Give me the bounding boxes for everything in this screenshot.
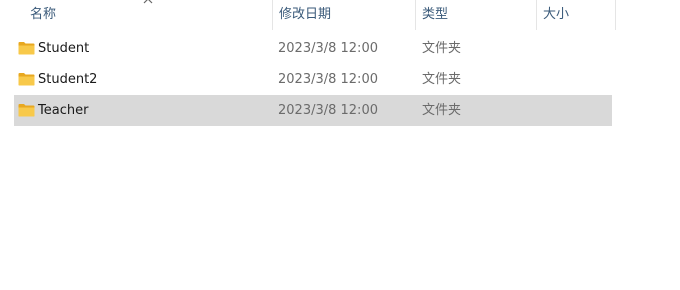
file-list-view: 名称 修改日期 类型 大小 Student 2023/3/8 12:00 文件夹… (0, 0, 680, 290)
file-type: 文件夹 (422, 72, 462, 87)
file-date-modified: 2023/3/8 12:00 (278, 103, 378, 118)
file-date-modified: 2023/3/8 12:00 (278, 72, 378, 87)
file-type: 文件夹 (422, 103, 462, 118)
column-header-size[interactable]: 大小 (536, 0, 616, 30)
folder-icon (18, 73, 35, 86)
file-name: Teacher (38, 103, 89, 118)
file-date-modified: 2023/3/8 12:00 (278, 41, 378, 56)
file-type: 文件夹 (422, 41, 462, 56)
file-row[interactable]: Teacher 2023/3/8 12:00 文件夹 (14, 95, 612, 126)
file-name: Student2 (38, 72, 98, 87)
folder-icon (18, 42, 35, 55)
file-rows: Student 2023/3/8 12:00 文件夹 Student2 2023… (14, 33, 612, 126)
column-header-type[interactable]: 类型 (415, 0, 536, 30)
column-header-name[interactable]: 名称 (24, 0, 272, 30)
folder-icon (18, 104, 35, 117)
file-row[interactable]: Student2 2023/3/8 12:00 文件夹 (14, 64, 612, 95)
file-row[interactable]: Student 2023/3/8 12:00 文件夹 (14, 33, 612, 64)
column-header-date-modified[interactable]: 修改日期 (272, 0, 415, 30)
column-header: 名称 修改日期 类型 大小 (0, 0, 616, 30)
file-name: Student (38, 41, 90, 56)
